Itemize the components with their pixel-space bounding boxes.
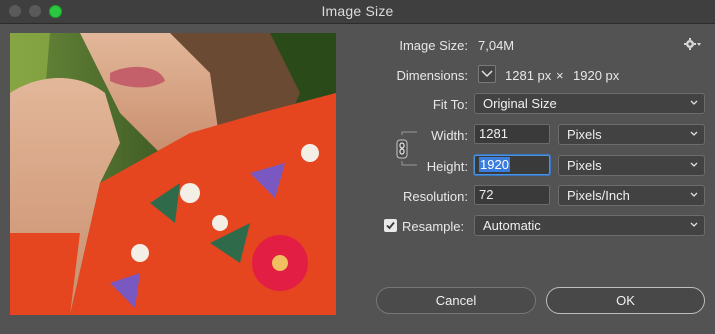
resolution-unit-select[interactable]: Pixels/Inch [558,185,705,206]
image-preview[interactable] [10,33,336,315]
width-unit-value: Pixels [567,127,602,142]
height-field[interactable]: 1920 [474,155,550,175]
dimensions-height: 1920 px [573,68,620,83]
width-field[interactable]: 1281 [474,124,550,144]
preview-photo [10,33,336,315]
resolution-field[interactable]: 72 [474,185,550,205]
width-value: 1281 [479,126,508,141]
title-bar: Image Size [0,0,715,24]
checkmark-icon [386,221,395,230]
height-unit-select[interactable]: Pixels [558,155,705,176]
chevron-down-icon [690,222,698,227]
chevron-down-icon [690,131,698,136]
height-unit-value: Pixels [567,158,602,173]
width-unit-select[interactable]: Pixels [558,124,705,145]
dimensions-dropdown[interactable] [478,65,496,83]
ok-button-label: OK [616,293,635,308]
resolution-label: Resolution: [402,189,468,204]
image-size-value: 7,04M [478,38,515,53]
dimensions-label: Dimensions: [396,68,468,83]
dimensions-times: × [556,68,564,83]
dimensions-width: 1281 px [505,68,552,83]
chevron-down-icon [481,70,493,78]
ok-button[interactable]: OK [546,287,705,314]
chevron-down-icon [690,192,698,197]
fit-to-value: Original Size [483,96,557,111]
resample-value: Automatic [483,218,541,233]
chevron-down-icon [690,162,698,167]
resample-checkbox[interactable] [384,219,397,232]
cancel-button-label: Cancel [435,293,477,308]
image-size-label: Image Size: [399,38,468,53]
resolution-value: 72 [479,187,494,202]
resample-label: Resample: [402,219,465,234]
window-title: Image Size [321,3,394,19]
chevron-down-icon [690,100,698,105]
fit-to-select[interactable]: Original Size [474,93,705,114]
fit-to-label: Fit To: [432,97,468,112]
cancel-button[interactable]: Cancel [376,287,536,314]
height-label: Height: [426,159,468,174]
resample-select[interactable]: Automatic [474,215,705,236]
gear-icon[interactable] [684,37,702,51]
resolution-unit-value: Pixels/Inch [567,188,630,203]
height-value: 1920 [479,157,510,172]
width-label: Width: [431,128,468,143]
